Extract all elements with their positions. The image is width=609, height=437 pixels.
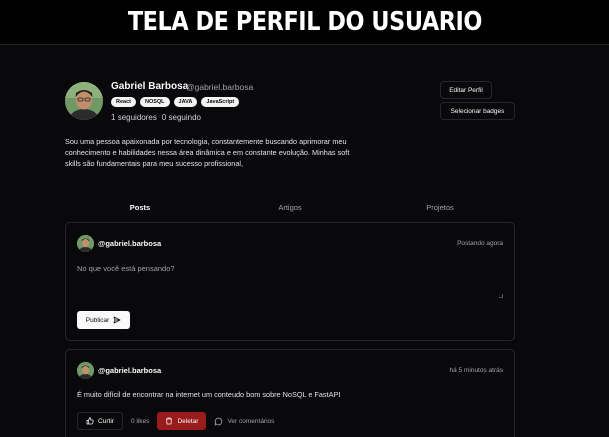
tab-artigos[interactable]: Artigos bbox=[215, 203, 365, 217]
like-label: Curtir bbox=[98, 417, 114, 425]
badge: NOSQL bbox=[139, 97, 170, 107]
view-comments-link[interactable]: Ver comentários bbox=[214, 417, 274, 426]
delete-label: Deletar bbox=[177, 417, 199, 425]
publish-label: Publicar bbox=[85, 316, 110, 324]
profile-bio: Sou uma pessoa apaixonada por tecnologia… bbox=[65, 137, 350, 168]
post-composer: @gabriel.barbosa Postando agora Publicar bbox=[65, 222, 515, 341]
post-handle: @gabriel.barbosa bbox=[98, 366, 162, 375]
badge: JavaScript bbox=[201, 97, 240, 107]
publish-button[interactable]: Publicar bbox=[77, 311, 130, 329]
composer-avatar bbox=[77, 235, 94, 252]
select-badges-button[interactable]: Selecionar badges bbox=[440, 102, 515, 120]
profile-name: Gabriel Barbosa bbox=[111, 81, 189, 92]
composer-time: Postando agora bbox=[457, 240, 503, 247]
badge-list: React NOSQL JAVA JavaScript bbox=[111, 97, 240, 107]
profile-tabs: Posts Artigos Projetos bbox=[65, 203, 515, 217]
likes-count: 0 likes bbox=[131, 417, 150, 425]
composer-user: @gabriel.barbosa bbox=[77, 235, 161, 252]
send-icon bbox=[113, 316, 121, 324]
post-text: É muito difícil de encontrar na internet… bbox=[77, 390, 341, 399]
comments-label: Ver comentários bbox=[227, 417, 275, 425]
post-card: @gabriel.barbosa há 5 minutos atrás É mu… bbox=[65, 349, 515, 437]
following-count: 0 bbox=[161, 113, 167, 122]
followers-count: 1 bbox=[111, 113, 116, 122]
delete-button[interactable]: Deletar bbox=[157, 412, 207, 430]
tab-posts[interactable]: Posts bbox=[65, 203, 215, 217]
post-user: @gabriel.barbosa bbox=[77, 362, 161, 379]
thumbs-up-icon bbox=[86, 417, 94, 425]
edit-profile-button[interactable]: Editar Perfil bbox=[440, 81, 492, 99]
resize-grip-icon[interactable] bbox=[499, 294, 503, 298]
trash-icon bbox=[165, 417, 173, 425]
banner-title: TELA DE PERFIL DO USUARIO bbox=[127, 7, 482, 37]
follow-stats: 1 seguidores 0 seguindo bbox=[111, 113, 201, 122]
followers-label: seguidores bbox=[117, 113, 157, 122]
following-label: seguindo bbox=[168, 113, 201, 122]
like-button[interactable]: Curtir bbox=[77, 412, 123, 430]
badge: React bbox=[111, 97, 136, 107]
message-circle-icon bbox=[214, 417, 223, 426]
post-actions: Curtir 0 likes Deletar Ver comentários bbox=[77, 412, 274, 430]
profile-avatar bbox=[65, 82, 103, 120]
tab-projetos[interactable]: Projetos bbox=[365, 203, 515, 217]
post-input[interactable] bbox=[77, 264, 505, 302]
following-stat[interactable]: 0 seguindo bbox=[162, 113, 201, 122]
profile-handle: @gabriel.barbosa bbox=[186, 82, 254, 92]
banner: TELA DE PERFIL DO USUARIO bbox=[0, 0, 609, 44]
followers-stat[interactable]: 1 seguidores bbox=[111, 113, 157, 122]
post-avatar bbox=[77, 362, 94, 379]
post-time: há 5 minutos atrás bbox=[449, 367, 503, 374]
composer-handle: @gabriel.barbosa bbox=[98, 239, 162, 248]
profile-page: Gabriel Barbosa @gabriel.barbosa React N… bbox=[0, 44, 609, 437]
badge: JAVA bbox=[173, 97, 198, 107]
